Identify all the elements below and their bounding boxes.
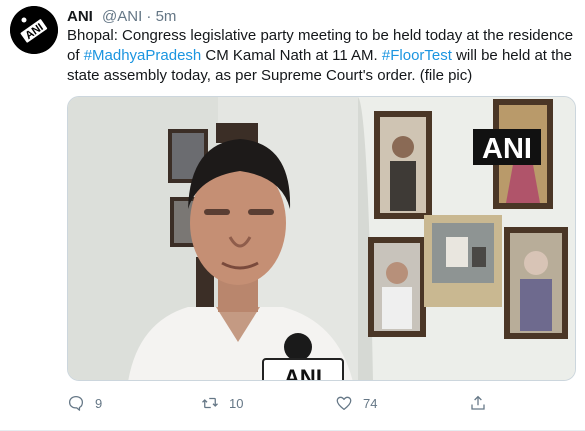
retweet-count: 10 [229,395,244,411]
tweet-header: ANI @ANI · 5m [67,7,575,27]
like-button[interactable]: 74 [335,394,403,412]
tweet-actions: 9 10 74 [67,392,517,414]
avatar[interactable]: ANI [10,6,58,54]
reply-icon [68,395,84,411]
mic-label: ANI [284,365,322,381]
ani-logo-icon: ANI [10,6,58,54]
tweet-text: Bhopal: Congress legislative party meeti… [67,26,577,86]
text-part: CM Kamal Nath at 11 AM. [201,47,382,64]
tweet[interactable]: ANI ANI @ANI · 5m Bhopal: Congress legis… [0,0,585,431]
hashtag-floortest[interactable]: #FloorTest [382,47,452,64]
share-button[interactable] [469,394,487,412]
like-icon [336,396,352,411]
retweet-icon [202,397,218,409]
retweet-button[interactable]: 10 [201,394,269,412]
author-name[interactable]: ANI [67,8,93,25]
author-handle[interactable]: @ANI [102,8,142,25]
tweet-time[interactable]: 5m [156,8,177,25]
like-count: 74 [363,395,378,411]
reply-button[interactable]: 9 [67,394,135,412]
reply-count: 9 [95,395,103,411]
tweet-media-photo[interactable]: ANI ANI [67,96,576,381]
press-interview-photo: ANI ANI [68,97,575,381]
share-icon [471,395,485,410]
separator: · [146,8,152,25]
hashtag-madhyapradesh[interactable]: #MadhyaPradesh [84,47,202,64]
ani-watermark: ANI [482,133,532,165]
